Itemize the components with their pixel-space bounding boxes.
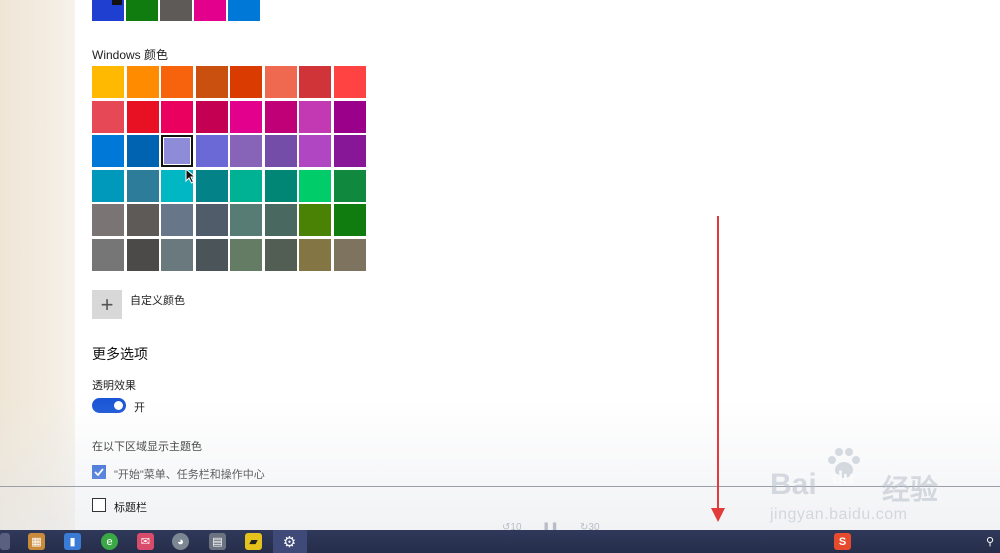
watermark-brand: Bai bbox=[770, 468, 817, 501]
recent-color-swatch[interactable] bbox=[228, 0, 260, 21]
browser-icon[interactable]: e bbox=[101, 533, 118, 550]
ime-label: S bbox=[838, 535, 847, 548]
ime-icon[interactable]: S bbox=[834, 533, 851, 550]
people-icon[interactable]: ⚲ bbox=[982, 533, 998, 550]
color-swatch[interactable] bbox=[126, 135, 159, 167]
color-swatch[interactable] bbox=[333, 238, 366, 271]
color-swatch[interactable] bbox=[333, 66, 366, 98]
title-bars-label[interactable]: 标题栏 bbox=[114, 499, 147, 515]
color-swatch[interactable] bbox=[230, 169, 262, 202]
color-swatch[interactable] bbox=[230, 238, 262, 271]
color-swatch[interactable] bbox=[92, 66, 124, 98]
transparency-label: 透明效果 bbox=[92, 380, 136, 392]
transparency-state: 开 bbox=[134, 402, 145, 414]
book-icon[interactable]: ▮ bbox=[64, 533, 81, 550]
recent-color-swatch[interactable] bbox=[160, 0, 192, 21]
color-swatch[interactable] bbox=[299, 66, 331, 98]
color-swatch[interactable] bbox=[126, 100, 159, 133]
accent-surfaces-label: 在以下区域显示主题色 bbox=[92, 441, 202, 453]
watermark-brand-du: du bbox=[832, 468, 854, 488]
color-swatch[interactable] bbox=[92, 135, 124, 167]
annotation-arrow-line bbox=[717, 216, 719, 512]
color-swatch[interactable] bbox=[161, 100, 193, 133]
color-swatch[interactable] bbox=[230, 135, 262, 167]
color-swatch[interactable] bbox=[92, 204, 124, 236]
settings-icon[interactable]: ⚙ bbox=[281, 533, 298, 551]
start-taskbar-label[interactable]: "开始"菜单、任务栏和操作中心 bbox=[114, 466, 265, 482]
color-swatch[interactable] bbox=[92, 238, 124, 271]
baidu-watermark: Bai du 经验 jingyan.baidu.com bbox=[770, 446, 992, 528]
mail-icon[interactable]: ✉ bbox=[137, 533, 154, 550]
color-swatch[interactable] bbox=[161, 204, 193, 236]
color-swatch[interactable] bbox=[264, 204, 297, 236]
color-swatch[interactable] bbox=[264, 100, 297, 133]
color-swatch[interactable] bbox=[195, 238, 228, 271]
recent-color-swatch[interactable] bbox=[126, 0, 158, 21]
color-swatch[interactable] bbox=[161, 66, 193, 98]
cat-icon[interactable]: ◕ bbox=[172, 533, 189, 550]
color-swatch[interactable] bbox=[264, 169, 297, 202]
color-swatch[interactable] bbox=[195, 135, 228, 167]
color-swatch[interactable] bbox=[230, 100, 262, 133]
color-swatch[interactable] bbox=[299, 204, 331, 236]
color-swatch[interactable] bbox=[161, 238, 193, 271]
sticky-notes-icon[interactable]: ▰ bbox=[245, 533, 262, 550]
color-swatch[interactable] bbox=[299, 100, 331, 133]
toggle-knob bbox=[114, 401, 123, 410]
color-swatch[interactable] bbox=[264, 135, 297, 167]
color-swatch[interactable] bbox=[333, 169, 366, 202]
color-swatch[interactable] bbox=[161, 135, 193, 167]
custom-color-button[interactable]: + bbox=[92, 290, 122, 319]
annotation-arrow-head bbox=[711, 508, 725, 522]
color-swatch[interactable] bbox=[195, 66, 228, 98]
title-bars-checkbox[interactable] bbox=[92, 498, 106, 512]
watermark-cn: 经验 bbox=[882, 474, 939, 505]
taskbar: ▦ ▮ e ✉ ◕ ▤ ▰ ⚙ S ⚲ bbox=[0, 530, 1000, 553]
mouse-cursor-icon bbox=[185, 168, 197, 184]
color-swatch[interactable] bbox=[333, 204, 366, 236]
recent-color-swatch[interactable] bbox=[194, 0, 226, 21]
color-swatch[interactable] bbox=[333, 100, 366, 133]
transparency-toggle[interactable] bbox=[92, 398, 126, 413]
checkmark-icon bbox=[94, 468, 104, 477]
color-swatch[interactable] bbox=[126, 238, 159, 271]
color-swatch[interactable] bbox=[299, 169, 331, 202]
windows-colors-label: Windows 颜色 bbox=[92, 48, 169, 62]
color-swatch[interactable] bbox=[264, 238, 297, 271]
media-icon[interactable] bbox=[0, 533, 10, 550]
plus-icon: + bbox=[100, 291, 114, 317]
color-swatch[interactable] bbox=[126, 66, 159, 98]
color-swatch[interactable] bbox=[126, 204, 159, 236]
color-swatch[interactable] bbox=[195, 100, 228, 133]
color-swatch[interactable] bbox=[195, 204, 228, 236]
color-swatch[interactable] bbox=[230, 66, 262, 98]
color-swatch[interactable] bbox=[264, 66, 297, 98]
color-swatch[interactable] bbox=[230, 204, 262, 236]
calculator-icon[interactable]: ▤ bbox=[209, 533, 226, 550]
color-swatch[interactable] bbox=[299, 135, 331, 167]
color-swatch[interactable] bbox=[126, 169, 159, 202]
watermark-url: jingyan.baidu.com bbox=[770, 506, 908, 523]
start-taskbar-checkbox[interactable] bbox=[92, 465, 106, 479]
background-left-strip bbox=[0, 0, 75, 530]
color-swatch[interactable] bbox=[195, 169, 228, 202]
more-options-heading: 更多选项 bbox=[92, 346, 148, 362]
color-swatch[interactable] bbox=[92, 100, 124, 133]
recent-selected-marker bbox=[112, 0, 122, 5]
color-swatch[interactable] bbox=[333, 135, 366, 167]
apps-icon[interactable]: ▦ bbox=[28, 533, 45, 550]
color-swatch[interactable] bbox=[92, 169, 124, 202]
color-swatch[interactable] bbox=[299, 238, 331, 271]
custom-color-label[interactable]: 自定义颜色 bbox=[130, 292, 185, 308]
